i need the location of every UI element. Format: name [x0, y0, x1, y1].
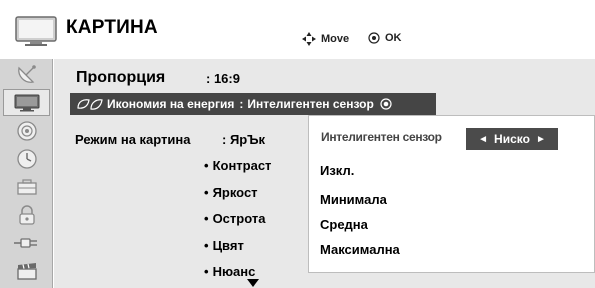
popup-title: Интелигентен сензор: [321, 130, 442, 144]
option-minimum[interactable]: Минимала: [320, 192, 387, 207]
picture-tv-icon: [14, 94, 39, 111]
move-label: Move: [321, 33, 350, 45]
settings-toolbox-icon: [16, 178, 37, 195]
energy-saving-separator: :: [239, 97, 244, 111]
move-hint: Move: [302, 32, 349, 46]
sensor-level-selector[interactable]: ◄ Ниско ►: [466, 128, 558, 150]
aspect-ratio-value: : 16:9: [206, 71, 240, 86]
ok-hint: OK: [368, 32, 402, 44]
energy-saving-value: Интелигентен сензор: [247, 97, 374, 111]
picture-mode-value: : ЯрЪк: [222, 132, 266, 147]
energy-saving-label: Икономия на енергия: [107, 97, 235, 111]
sidebar-item-picture[interactable]: [3, 89, 50, 116]
picture-mode-label[interactable]: Режим на картина: [75, 132, 190, 147]
ok-radio-icon: [380, 98, 392, 110]
sharpness-item[interactable]: • Острота: [204, 211, 265, 226]
energy-saving-row[interactable]: Икономия на енергия : Интелигентен сензо…: [70, 93, 436, 115]
brightness-label: Яркост: [212, 185, 258, 200]
tv-logo-icon: [15, 16, 57, 46]
option-medium[interactable]: Средна: [320, 217, 368, 232]
bullet: •: [204, 264, 209, 279]
lock-icon: [18, 204, 35, 225]
tint-label: Нюанс: [212, 264, 256, 279]
option-maximum[interactable]: Максимална: [320, 242, 400, 257]
input-plug-icon: [13, 237, 37, 248]
bullet: •: [204, 238, 209, 253]
brightness-item[interactable]: • Яркост: [204, 185, 258, 200]
option-off[interactable]: Изкл.: [320, 163, 354, 178]
intelligent-sensor-popup: Интелигентен сензор ◄ Ниско ► Изкл. Мини…: [308, 115, 595, 273]
sidebar-item-lock[interactable]: [3, 201, 50, 228]
sensor-level-value: Ниско: [494, 132, 530, 146]
sidebar-item-time[interactable]: [3, 145, 50, 172]
clock-icon: [16, 148, 37, 169]
bullet: •: [204, 185, 209, 200]
ok-label: OK: [385, 32, 402, 44]
color-item[interactable]: • Цвят: [204, 238, 244, 253]
eco-leaf-icon: [77, 99, 103, 110]
contrast-item[interactable]: • Контраст: [204, 158, 271, 173]
sidebar-item-input[interactable]: [3, 229, 50, 256]
ok-button-icon: [368, 32, 380, 44]
sidebar-item-audio[interactable]: [3, 117, 50, 144]
menu-header: КАРТИНА Move OK: [0, 0, 595, 59]
bullet: •: [204, 211, 209, 226]
scroll-down-arrow-icon[interactable]: [246, 278, 260, 288]
sidebar-item-media[interactable]: [3, 257, 50, 284]
audio-speaker-icon: [16, 120, 37, 141]
sidebar-item-setup[interactable]: [3, 61, 50, 88]
right-arrow-icon[interactable]: ►: [536, 134, 546, 145]
picture-menu-screen: КАРТИНА Move OK Пропорция: 16:9 Икономи…: [0, 0, 595, 288]
navigate-arrows-icon: [302, 32, 316, 46]
satellite-dish-icon: [17, 64, 36, 83]
media-clapper-icon: [16, 262, 37, 280]
category-sidebar: [0, 59, 53, 288]
page-title: КАРТИНА: [66, 17, 158, 38]
tint-item[interactable]: • Нюанс: [204, 264, 255, 279]
aspect-ratio-label[interactable]: Пропорция: [76, 69, 165, 87]
sharpness-label: Острота: [212, 211, 266, 226]
sidebar-item-option[interactable]: [3, 173, 50, 200]
contrast-label: Контраст: [212, 158, 272, 173]
bullet: •: [204, 158, 209, 173]
left-arrow-icon[interactable]: ◄: [478, 134, 488, 145]
color-label: Цвят: [212, 238, 244, 253]
